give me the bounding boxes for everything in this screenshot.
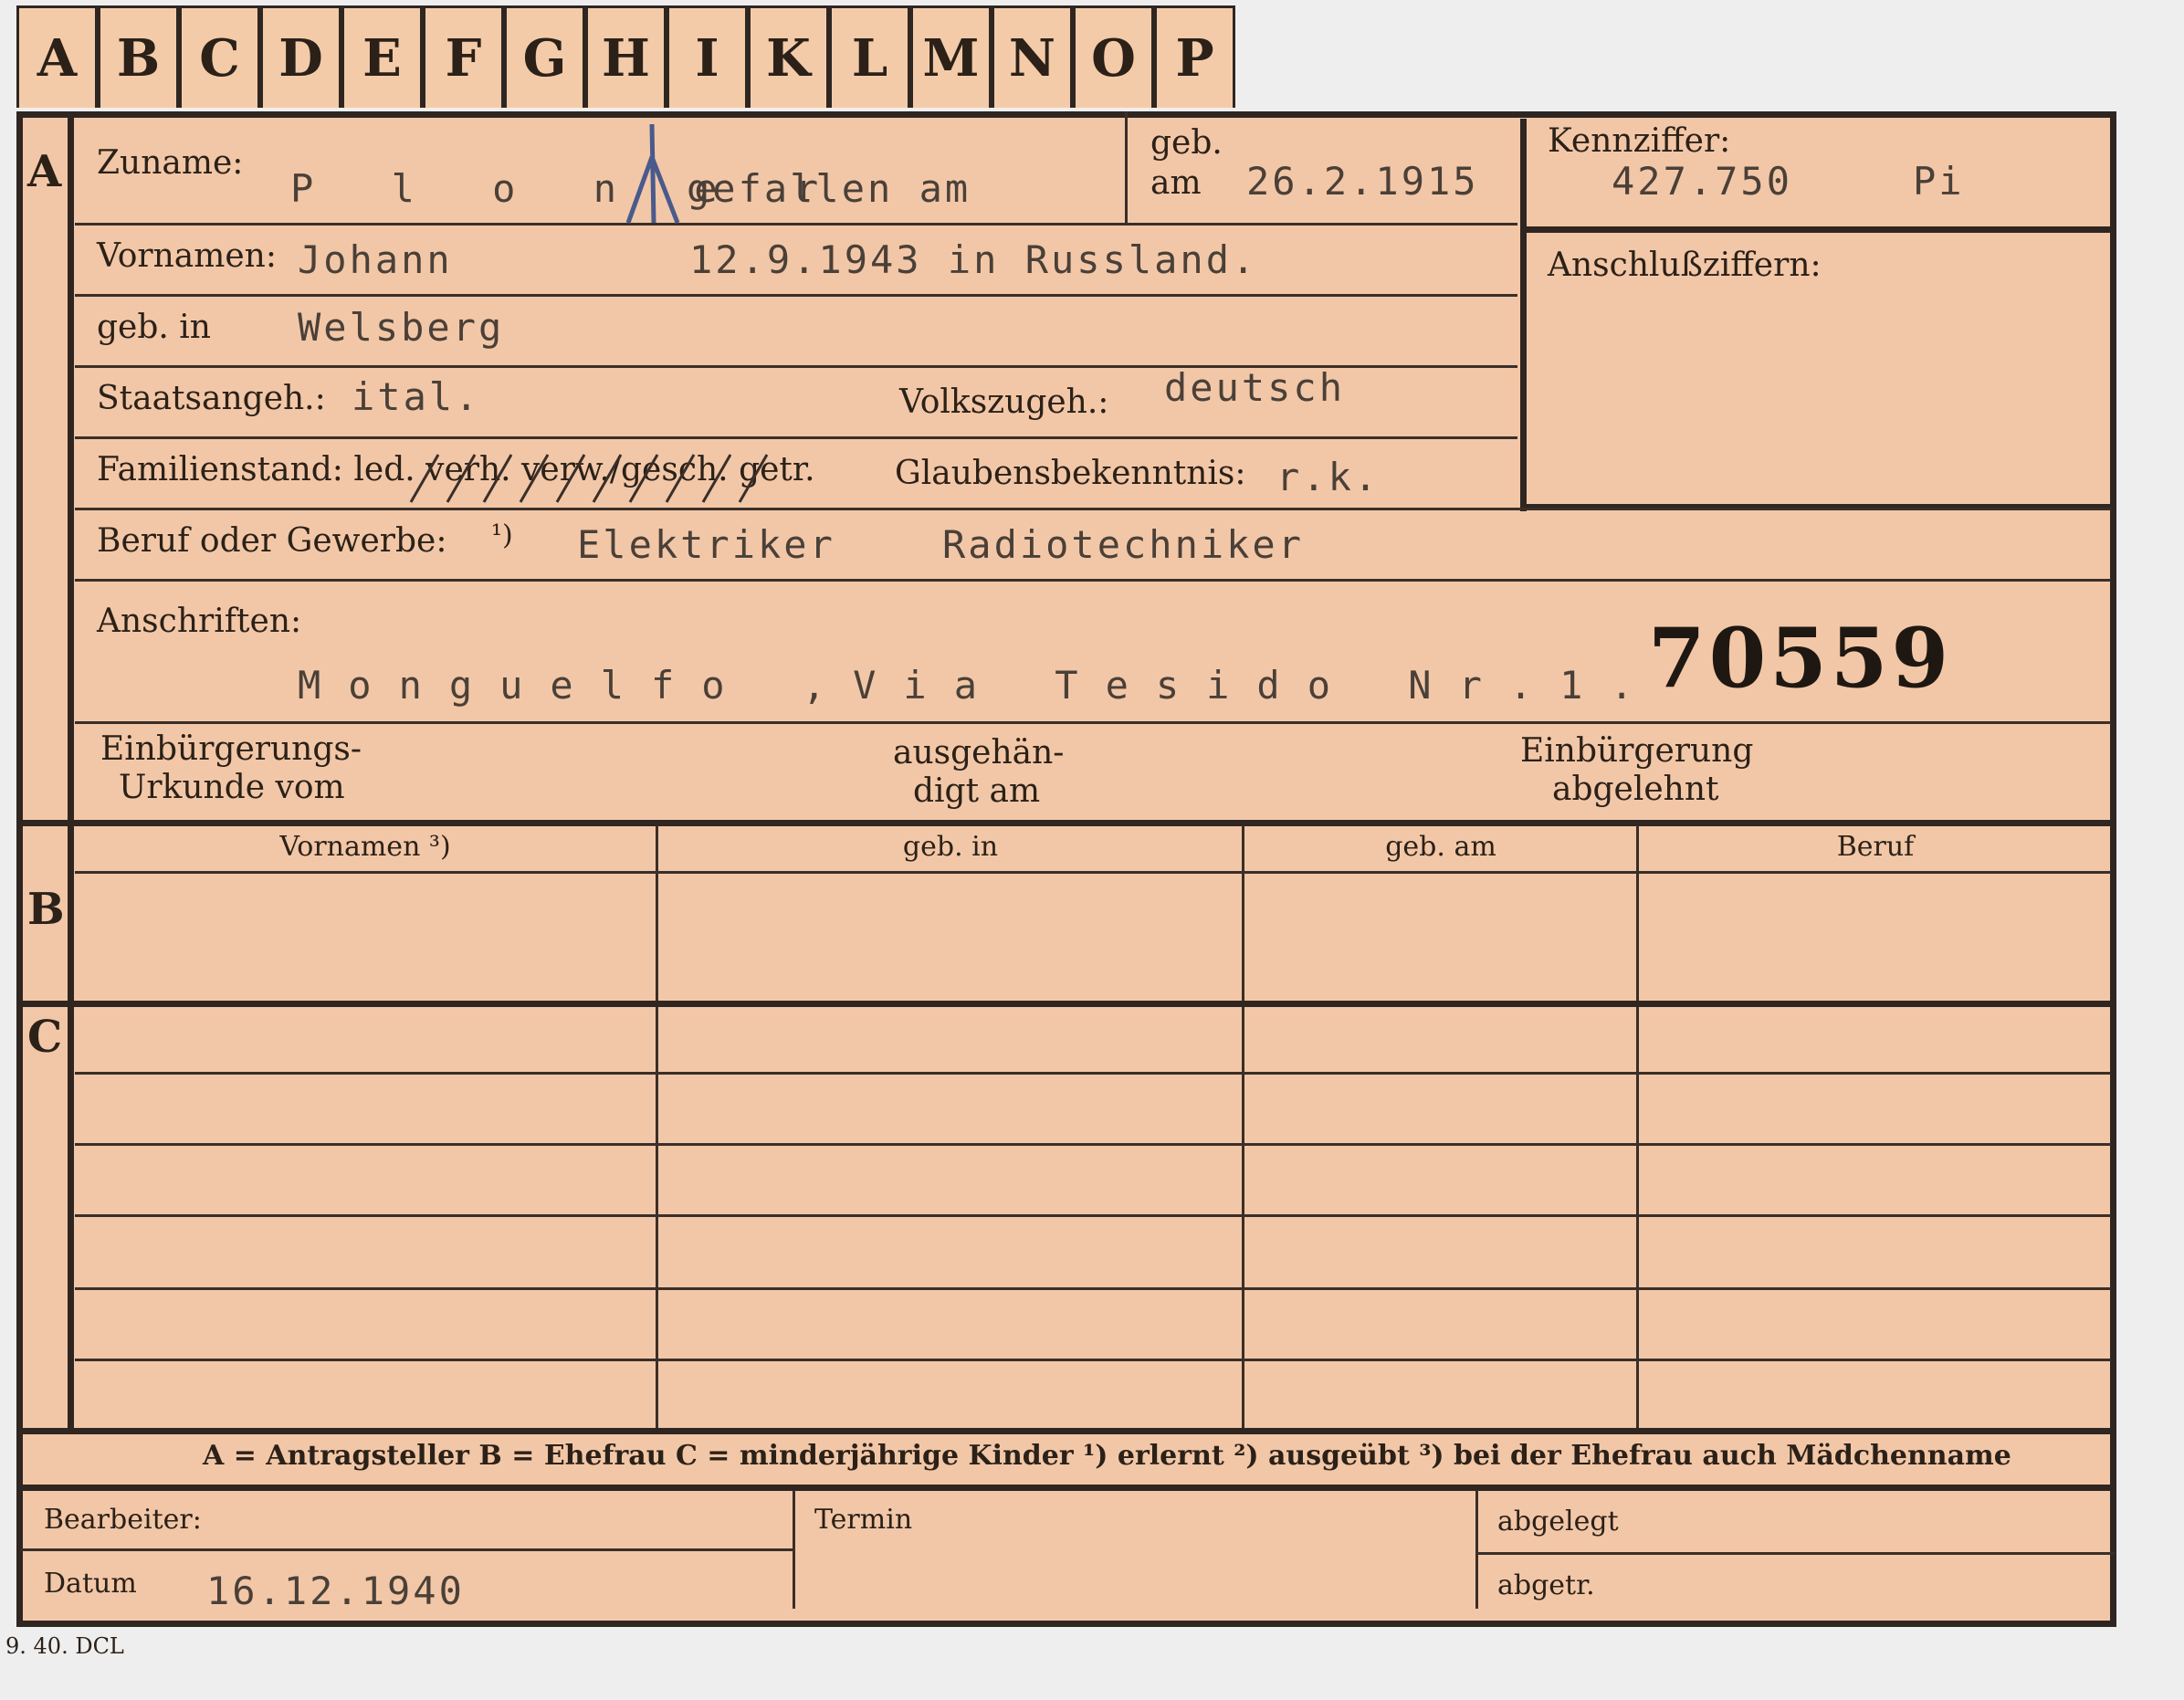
einbuergerung-abgelehnt-label-1: Einbürgerung — [1520, 732, 1754, 770]
geb-am-label-2: am — [1150, 164, 1202, 202]
familienstand-strike-marks — [409, 454, 769, 503]
tab-a: A — [16, 5, 98, 108]
staatsangeh-value: ital. — [352, 374, 481, 419]
geb-am-label-1: geb. — [1150, 124, 1223, 162]
beruf-value-1: Elektriker — [577, 522, 835, 567]
beruf-footnote-marker: ¹) — [491, 519, 513, 551]
section-c-marker: C — [27, 1012, 63, 1063]
beruf-value-2: Radiotechniker — [942, 522, 1305, 567]
einbuergerungs-label-2: Urkunde vom — [119, 769, 345, 806]
table-header-rule — [75, 871, 2111, 874]
legend-top-rule — [16, 1428, 2116, 1434]
termin-label: Termin — [814, 1504, 913, 1536]
kennziffer-suffix: Pi — [1913, 159, 1965, 204]
vornamen-value: Johann — [298, 237, 453, 282]
vornamen-label: Vornamen: — [97, 237, 277, 275]
volkszugeh-value: deutsch — [1164, 365, 1346, 410]
tab-d: D — [260, 5, 341, 108]
ausgehaen-label-2: digt am — [913, 772, 1041, 810]
geb-in-label: geb. in — [97, 309, 211, 346]
gefallen-value: gefallen am — [687, 166, 971, 211]
tab-e: E — [341, 5, 423, 108]
geb-am-value: 26.2.1915 — [1246, 159, 1479, 204]
form-code: 9. 40. DCL — [5, 1633, 124, 1659]
tab-f: F — [423, 5, 504, 108]
tab-l: L — [829, 5, 910, 108]
section-column-rule — [68, 111, 74, 824]
zuname-label: Zuname: — [97, 144, 244, 182]
admin-row-rule — [20, 1548, 793, 1551]
glaubensbekenntnis-label: Glaubensbekenntnis: — [895, 455, 1246, 492]
abgetr-label: abgetr. — [1497, 1569, 1595, 1601]
kennziffer-divider — [1520, 226, 2114, 233]
tab-p: P — [1154, 5, 1235, 108]
kennziffer-box-left — [1520, 119, 1527, 511]
bearbeiter-label: Bearbeiter: — [44, 1504, 202, 1536]
section-b-marker: B — [27, 884, 65, 935]
card-number: 70559 — [1648, 610, 1953, 707]
legend: A = Antragsteller B = Ehefrau C = minder… — [203, 1440, 2011, 1472]
column-beruf: Beruf — [1836, 831, 1915, 863]
beruf-label: Beruf oder Gewerbe: — [97, 522, 447, 560]
pencil-cross-mark — [625, 123, 680, 224]
admin-row-rule — [1475, 1552, 2115, 1555]
table-left-rule — [68, 820, 74, 1432]
einbuergerung-abgelehnt-label-2: abgelehnt — [1552, 771, 1719, 808]
row-rule — [75, 294, 1517, 297]
section-a-marker: A — [27, 146, 62, 197]
table-col-rule — [656, 825, 658, 1428]
tab-m: M — [910, 5, 992, 108]
gefallen-date-value: 12.9.1943 in Russland. — [689, 237, 1258, 282]
tab-i: I — [667, 5, 748, 108]
row-rule — [75, 436, 1517, 439]
einbuergerungs-label-1: Einbürgerungs- — [100, 730, 362, 768]
admin-col-rule — [1475, 1490, 1478, 1609]
tab-n: N — [992, 5, 1073, 108]
glaubensbekenntnis-value: r.k. — [1276, 455, 1381, 499]
abgelegt-label: abgelegt — [1497, 1506, 1619, 1537]
geb-in-value: Welsberg — [298, 305, 505, 350]
volkszugeh-label: Volkszugeh.: — [899, 383, 1109, 421]
table-row-rule — [75, 1214, 2111, 1217]
staatsangeh-label: Staatsangeh.: — [97, 380, 326, 417]
admin-col-rule — [793, 1490, 795, 1609]
anschlussziffern-label: Anschlußziffern: — [1548, 247, 1822, 284]
section-bc-divider — [16, 1001, 2116, 1007]
table-row-rule — [75, 1359, 2111, 1361]
row-rule — [75, 721, 2111, 724]
row-rule — [75, 508, 2111, 510]
column-geb-am: geb. am — [1385, 831, 1496, 863]
row-rule — [75, 579, 2111, 582]
tab-h: H — [585, 5, 667, 108]
column-vornamen: Vornamen ³) — [279, 831, 451, 863]
section-ab-divider — [16, 820, 2116, 826]
tab-k: K — [748, 5, 829, 108]
geb-am-divider — [1125, 111, 1128, 223]
tab-b: B — [98, 5, 179, 108]
ausgehaen-label-1: ausgehän- — [893, 734, 1065, 771]
tab-c: C — [179, 5, 260, 108]
kennziffer-label: Kennziffer: — [1548, 122, 1731, 160]
legend-bottom-rule — [16, 1485, 2116, 1491]
datum-label: Datum — [44, 1568, 137, 1600]
table-col-rule — [1636, 825, 1639, 1428]
anschrift-value: Monguelfo ,Via Tesido Nr.1. — [298, 663, 1661, 708]
table-row-rule — [75, 1287, 2111, 1290]
table-row-rule — [75, 1072, 2111, 1075]
row-rule — [75, 223, 1517, 226]
index-tabs: A B C D E F G H I K L M N O P — [16, 5, 1235, 108]
table-row-rule — [75, 1143, 2111, 1146]
kennziffer-value: 427.750 — [1612, 159, 1793, 204]
tab-o: O — [1073, 5, 1154, 108]
table-col-rule — [1242, 825, 1244, 1428]
tab-g: G — [504, 5, 585, 108]
anschriften-label: Anschriften: — [97, 603, 302, 640]
datum-value: 16.12.1940 — [206, 1569, 465, 1613]
column-geb-in: geb. in — [902, 831, 999, 863]
